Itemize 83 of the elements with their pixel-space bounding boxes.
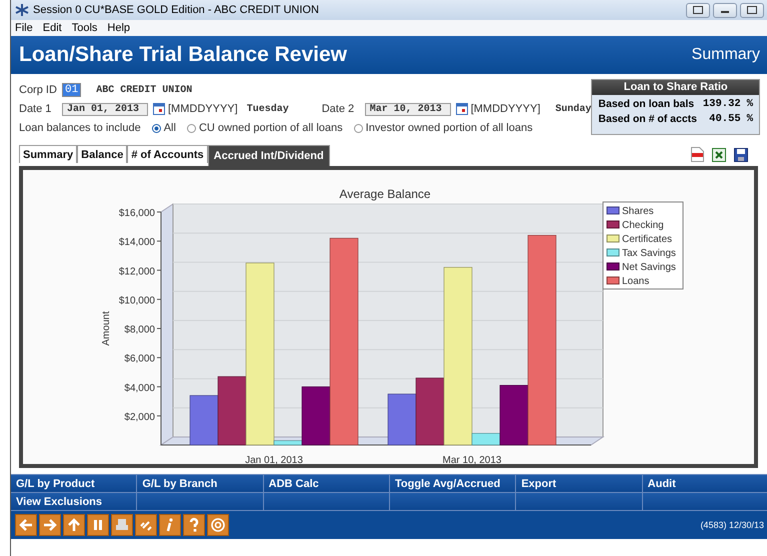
legend-label: Net Savings	[622, 262, 676, 273]
y-tick-label: $12,000	[118, 266, 155, 278]
maximize-button[interactable]	[740, 2, 764, 18]
legend-label: Tax Savings	[622, 248, 676, 259]
tab[interactable]: Summary	[19, 145, 78, 163]
back-arrow-button[interactable]	[15, 514, 37, 536]
calendar-icon[interactable]	[456, 103, 468, 115]
corp-name: ABC CREDIT UNION	[96, 84, 192, 96]
field-label: Date 2	[322, 103, 356, 115]
forward-arrow-button[interactable]	[39, 514, 61, 536]
pdf-icon[interactable]	[691, 147, 704, 162]
tab[interactable]: Accrued Int/Dividend	[208, 145, 330, 166]
bar	[388, 394, 416, 446]
y-tick-label: $8,000	[124, 324, 155, 336]
y-tick-label: $10,000	[118, 295, 155, 306]
info-button[interactable]	[159, 514, 181, 536]
x-tick-label: Mar 10, 2013	[442, 455, 502, 464]
menu-item[interactable]: Help	[107, 22, 130, 34]
up-arrow-button[interactable]	[63, 514, 85, 536]
left-arrow-icon	[18, 517, 34, 533]
email-button[interactable]	[207, 514, 229, 536]
spreadsheet-icon[interactable]	[712, 148, 726, 162]
legend-label: Shares	[622, 206, 654, 217]
action-button[interactable]: G/L by Branch	[137, 475, 263, 492]
chart-title: Average Balance	[339, 187, 431, 201]
ratio-label: Based on loan bals	[598, 98, 696, 110]
status-text: (4583) 12/30/13	[700, 520, 764, 530]
y-tick-label: $6,000	[124, 354, 155, 365]
ratio-value: 40.55	[709, 113, 741, 125]
pause-button[interactable]	[87, 514, 109, 536]
bar	[190, 395, 218, 446]
legend-label: Checking	[622, 220, 664, 231]
legend-label: Certificates	[622, 234, 672, 245]
date-field[interactable]: Jan 01, 2013	[62, 102, 148, 116]
action-button[interactable]: Toggle Avg/Accrued	[390, 475, 516, 492]
field-label: Corp ID	[19, 84, 57, 96]
y-tick-label: $14,000	[118, 237, 155, 248]
legend-label: Loans	[622, 276, 650, 287]
panel-title: Loan to Share Ratio	[592, 80, 759, 95]
field-label: Date 1	[19, 103, 52, 115]
ratio-label: Based on # of accts	[598, 113, 698, 125]
link-button[interactable]	[135, 514, 157, 536]
action-button[interactable]: Audit	[642, 475, 767, 492]
print-button[interactable]	[111, 514, 133, 536]
percent-sign: %	[746, 113, 753, 125]
tab[interactable]: # of Accounts	[127, 145, 208, 163]
corp-id-field[interactable]: 01	[62, 83, 82, 97]
calendar-icon[interactable]	[153, 103, 165, 115]
date-field[interactable]: Mar 10, 2013	[364, 102, 451, 116]
menu-item[interactable]: File	[15, 22, 33, 34]
radio-option[interactable]: All	[152, 122, 176, 134]
weekday-text: Sunday	[555, 104, 592, 114]
y-tick-label: $16,000	[118, 208, 155, 219]
y-axis-title: Amount	[101, 311, 112, 346]
field-label: Loan balances to include	[19, 122, 141, 134]
percent-sign: %	[746, 98, 753, 110]
x-tick-label: Jan 01, 2013	[245, 455, 303, 464]
page-mode: Summary	[692, 46, 760, 64]
radio-option[interactable]: CU owned portion of all loans	[186, 122, 343, 134]
weekday-text: Tuesday	[246, 104, 289, 114]
ratio-value: 139.32	[702, 98, 741, 110]
right-arrow-icon	[42, 517, 58, 533]
save-icon[interactable]	[734, 148, 748, 162]
help-button[interactable]	[183, 514, 205, 536]
up-arrow-icon	[66, 517, 82, 533]
menu-item[interactable]: Edit	[42, 22, 62, 34]
action-button[interactable]: ADB Calc	[264, 475, 389, 492]
page-title: Loan/Share Trial Balance Review	[19, 43, 347, 67]
action-button[interactable]: View Exclusions	[11, 493, 136, 510]
date-format-hint: [MMDDYYYY]	[470, 103, 540, 115]
tab[interactable]: Balance	[77, 145, 128, 163]
window-title: Session 0 CU*BASE GOLD Edition - ABC CREDIT UNION	[33, 4, 320, 16]
printer-icon	[114, 517, 130, 533]
y-tick-label: $2,000	[124, 412, 155, 423]
date-format-hint: [MMDDYYYY]	[168, 103, 238, 115]
minimize-button[interactable]	[713, 2, 737, 18]
y-tick-label: $4,000	[124, 382, 155, 394]
asterisk-icon	[15, 3, 29, 17]
radio-option[interactable]: Investor owned portion of all loans	[354, 122, 533, 134]
action-button[interactable]: G/L by Product	[11, 475, 136, 492]
action-button[interactable]: Export	[516, 475, 642, 492]
menu-item[interactable]: Tools	[72, 22, 98, 34]
restore-button[interactable]	[686, 2, 710, 18]
